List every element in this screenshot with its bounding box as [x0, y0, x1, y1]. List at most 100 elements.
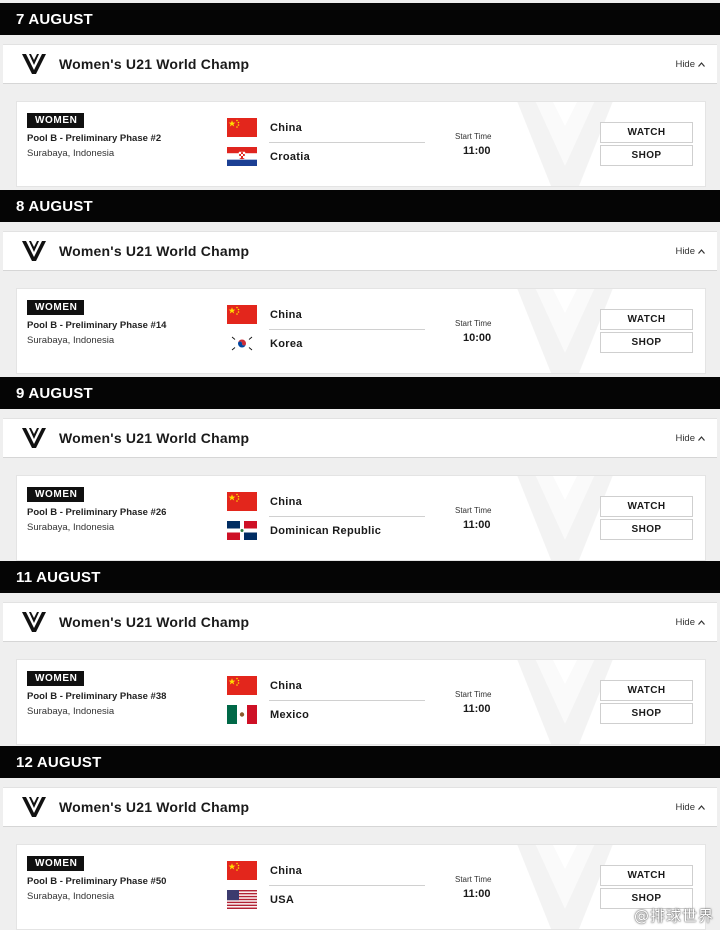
match-phase: Pool B - Preliminary Phase #50 — [27, 876, 167, 887]
match-phase: Pool B - Preliminary Phase #38 — [27, 691, 167, 702]
vnl-logo-icon — [21, 239, 47, 263]
day-section: 12 AUGUST Women's U21 World Champ Hide W… — [0, 746, 720, 930]
category-badge: WOMEN — [27, 856, 85, 871]
hide-label: Hide — [675, 58, 695, 70]
watch-button[interactable]: WATCH — [600, 122, 693, 143]
hide-toggle[interactable]: Hide — [675, 802, 705, 813]
watch-button[interactable]: WATCH — [600, 680, 693, 701]
team-home: China — [227, 492, 302, 511]
match-location: Surabaya, Indonesia — [27, 148, 115, 159]
start-time-value: 11:00 — [463, 519, 491, 531]
day-section: 11 AUGUST Women's U21 World Champ Hide W… — [0, 561, 720, 745]
day-section: 7 AUGUST Women's U21 World Champ Hide WO… — [0, 3, 720, 187]
shop-button[interactable]: SHOP — [600, 519, 693, 540]
match-location: Surabaya, Indonesia — [27, 891, 115, 902]
chevron-up-icon — [698, 805, 705, 810]
day-header: 11 AUGUST — [0, 561, 720, 593]
mexico-flag-icon — [227, 705, 257, 724]
championship-title: Women's U21 World Champ — [59, 56, 250, 72]
hide-toggle[interactable]: Hide — [675, 433, 705, 444]
team-away: Croatia — [227, 147, 310, 166]
start-time-value: 11:00 — [463, 703, 491, 715]
hide-toggle[interactable]: Hide — [675, 59, 705, 70]
shop-button[interactable]: SHOP — [600, 332, 693, 353]
start-time-value: 11:00 — [463, 145, 491, 157]
match-card: WOMEN Pool B - Preliminary Phase #26 Sur… — [16, 475, 706, 561]
team-away: USA — [227, 890, 294, 909]
chevron-up-icon — [698, 62, 705, 67]
vnl-watermark-icon — [505, 659, 625, 745]
category-badge: WOMEN — [27, 487, 85, 502]
start-time-label: Start Time — [455, 319, 492, 328]
team-name: Mexico — [270, 708, 310, 721]
start-time-label: Start Time — [455, 506, 492, 515]
watch-button[interactable]: WATCH — [600, 309, 693, 330]
vnl-logo-icon — [21, 795, 47, 819]
team-home: China — [227, 118, 302, 137]
start-time-value: 11:00 — [463, 888, 491, 900]
day-section: 9 AUGUST Women's U21 World Champ Hide WO… — [0, 377, 720, 561]
team-name: Korea — [270, 337, 303, 350]
team-home: China — [227, 861, 302, 880]
team-name: China — [270, 121, 303, 134]
day-date: 9 AUGUST — [16, 384, 93, 402]
watch-button[interactable]: WATCH — [600, 496, 693, 517]
team-divider — [269, 700, 425, 701]
vnl-watermark-icon — [505, 288, 625, 374]
hide-toggle[interactable]: Hide — [675, 617, 705, 628]
vnl-watermark-icon — [505, 844, 625, 930]
hide-toggle[interactable]: Hide — [675, 246, 705, 257]
source-watermark: @排球世界 — [633, 907, 714, 925]
championship-bar: Women's U21 World Champ Hide — [3, 44, 717, 84]
day-date: 12 AUGUST — [16, 753, 102, 771]
team-name: China — [270, 679, 303, 692]
chevron-up-icon — [698, 436, 705, 441]
day-header: 12 AUGUST — [0, 746, 720, 778]
match-card: WOMEN Pool B - Preliminary Phase #50 Sur… — [16, 844, 706, 930]
team-name: China — [270, 495, 303, 508]
team-name: China — [270, 864, 303, 877]
shop-button[interactable]: SHOP — [600, 145, 693, 166]
team-divider — [269, 516, 425, 517]
china-flag-icon — [227, 118, 257, 137]
team-name: USA — [270, 893, 295, 906]
chevron-up-icon — [698, 620, 705, 625]
hide-label: Hide — [675, 432, 695, 444]
start-time-value: 10:00 — [463, 332, 492, 344]
match-card: WOMEN Pool B - Preliminary Phase #14 Sur… — [16, 288, 706, 374]
match-location: Surabaya, Indonesia — [27, 522, 115, 533]
vnl-logo-icon — [21, 610, 47, 634]
championship-title: Women's U21 World Champ — [59, 614, 250, 630]
match-location: Surabaya, Indonesia — [27, 706, 115, 717]
korea-flag-icon — [227, 334, 257, 353]
team-home: China — [227, 305, 302, 324]
vnl-logo-icon — [21, 426, 47, 450]
day-section: 8 AUGUST Women's U21 World Champ Hide WO… — [0, 190, 720, 374]
day-header: 8 AUGUST — [0, 190, 720, 222]
championship-bar: Women's U21 World Champ Hide — [3, 602, 717, 642]
shop-button[interactable]: SHOP — [600, 703, 693, 724]
team-divider — [269, 885, 425, 886]
championship-title: Women's U21 World Champ — [59, 799, 250, 815]
dominican-republic-flag-icon — [227, 521, 257, 540]
category-badge: WOMEN — [27, 300, 85, 315]
championship-title: Women's U21 World Champ — [59, 430, 250, 446]
match-card: WOMEN Pool B - Preliminary Phase #2 Sura… — [16, 101, 706, 187]
match-location: Surabaya, Indonesia — [27, 335, 115, 346]
team-name: Croatia — [270, 150, 310, 163]
team-name: Dominican Republic — [270, 524, 382, 537]
day-header: 7 AUGUST — [0, 3, 720, 35]
watch-button[interactable]: WATCH — [600, 865, 693, 886]
match-phase: Pool B - Preliminary Phase #14 — [27, 320, 167, 331]
team-divider — [269, 142, 425, 143]
hide-label: Hide — [675, 616, 695, 628]
championship-bar: Women's U21 World Champ Hide — [3, 231, 717, 271]
category-badge: WOMEN — [27, 671, 85, 686]
team-away: Dominican Republic — [227, 521, 381, 540]
day-header: 9 AUGUST — [0, 377, 720, 409]
vnl-watermark-icon — [505, 475, 625, 561]
day-date: 8 AUGUST — [16, 197, 93, 215]
start-time-label: Start Time — [455, 690, 492, 699]
vnl-watermark-icon — [505, 101, 625, 187]
croatia-flag-icon — [227, 147, 257, 166]
